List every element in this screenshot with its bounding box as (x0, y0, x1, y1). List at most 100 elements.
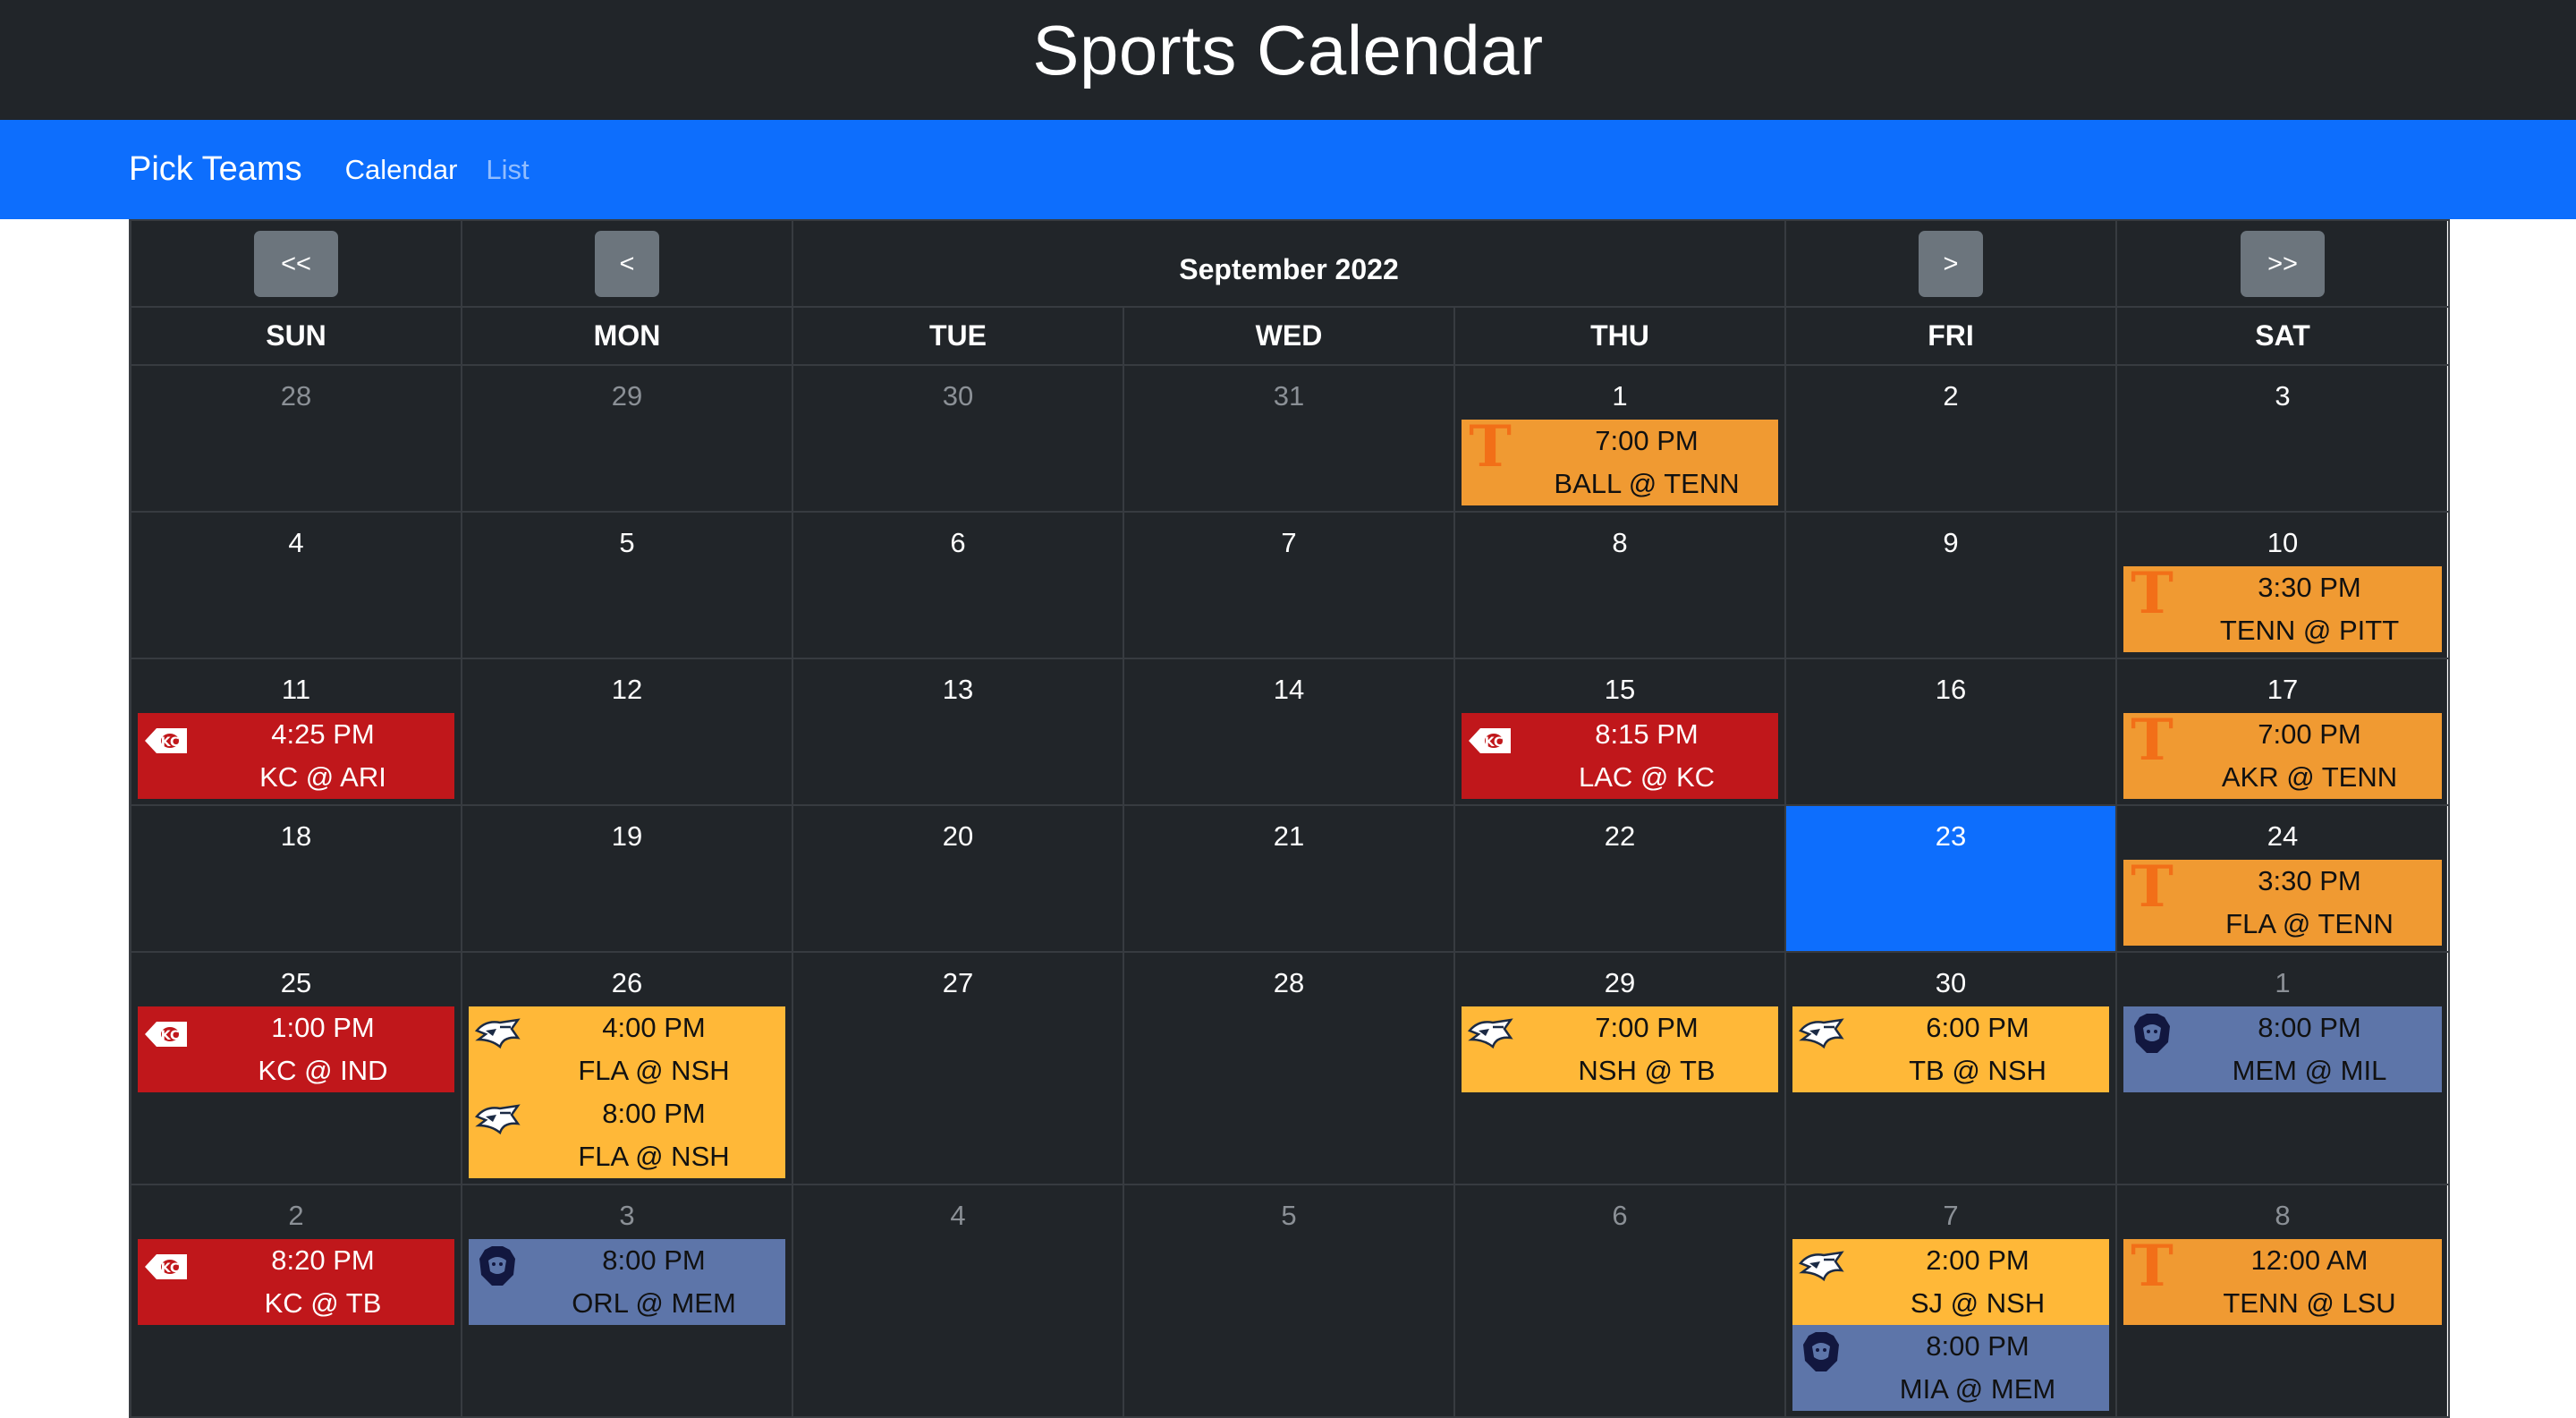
day-cell[interactable]: 12 (461, 658, 793, 806)
day-cell[interactable]: 14 (1123, 658, 1455, 806)
day-number: 10 (2267, 527, 2299, 558)
event-tenn[interactable]: T 3:30 PM TENN @ PITT (2123, 565, 2443, 652)
next-year-cell: >> (2115, 219, 2451, 308)
day-cell[interactable]: 3 (2115, 364, 2451, 513)
day-cell[interactable]: 18 (130, 804, 462, 953)
day-cell[interactable]: 29 (461, 364, 793, 513)
day-cell[interactable]: 20 (792, 804, 1124, 953)
day-cell[interactable]: 1 T 7:00 PM BALL @ TENN (1453, 364, 1787, 513)
event-kc[interactable]: KC 4:25 PM KC @ ARI (138, 713, 454, 799)
nav-link-calendar[interactable]: Calendar (345, 154, 458, 186)
week-row: 11 KC 4:25 PM KC @ ARI 12 13 14 15 KC 8:15 PM LAC … (130, 658, 2451, 806)
event-time: 4:00 PM (602, 1012, 706, 1043)
calendar: << < September 2022 > >> SUN MON TUE WED… (129, 219, 2451, 1418)
event-matchup: TENN @ LSU (2223, 1287, 2396, 1319)
week-row: 4 5 6 7 8 9 10 T 3:30 PM TENN @ PITT (130, 511, 2451, 659)
day-cell[interactable]: 2 (1784, 364, 2118, 513)
day-cell[interactable]: 10 T 3:30 PM TENN @ PITT (2115, 511, 2451, 659)
day-number: 1 (2275, 967, 2291, 998)
event-mem[interactable]: 8:00 PM ORL @ MEM (469, 1239, 785, 1325)
week-row: 2 KC 8:20 PM KC @ TB 3 8:00 PM ORL @ MEM 4 5 6 7 2:… (130, 1184, 2451, 1418)
day-cell[interactable]: 31 (1123, 364, 1455, 513)
predators-logo-icon (1796, 1012, 1846, 1057)
event-mem[interactable]: 8:00 PM MIA @ MEM (1792, 1325, 2110, 1411)
day-number: 13 (942, 674, 974, 705)
day-number: 9 (1943, 527, 1959, 558)
event-tenn[interactable]: T 7:00 PM BALL @ TENN (1462, 419, 1779, 505)
event-nsh[interactable]: 2:00 PM SJ @ NSH (1792, 1239, 2110, 1325)
event-matchup: TB @ NSH (1909, 1055, 2046, 1086)
day-number: 18 (280, 820, 312, 852)
day-cell[interactable]: 3 8:00 PM ORL @ MEM (461, 1184, 793, 1418)
weekday-header: SAT (2115, 306, 2451, 366)
day-cell[interactable]: 27 (792, 951, 1124, 1185)
event-nsh[interactable]: 6:00 PM TB @ NSH (1792, 1006, 2110, 1092)
day-cell[interactable]: 9 (1784, 511, 2118, 659)
chiefs-arrowhead-logo-icon: KC (141, 1244, 191, 1289)
prev-month-button[interactable]: < (595, 230, 659, 297)
day-cell[interactable]: 5 (461, 511, 793, 659)
event-nsh[interactable]: 8:00 PM FLA @ NSH (469, 1092, 785, 1178)
nav-link-list[interactable]: List (486, 154, 529, 186)
day-cell[interactable]: 4 (130, 511, 462, 659)
next-month-button[interactable]: > (1919, 230, 1984, 297)
day-cell[interactable]: 24 T 3:30 PM FLA @ TENN (2115, 804, 2451, 953)
day-cell[interactable]: 28 (130, 364, 462, 513)
day-cell[interactable]: 19 (461, 804, 793, 953)
event-tenn[interactable]: T 7:00 PM AKR @ TENN (2123, 707, 2443, 799)
day-cell[interactable]: 7 (1123, 511, 1455, 659)
day-cell[interactable]: 30 (792, 364, 1124, 513)
day-cell[interactable]: 6 (1453, 1184, 1787, 1418)
event-mem[interactable]: 8:00 PM MEM @ MIL (2123, 1006, 2443, 1092)
day-cell[interactable]: 22 (1453, 804, 1787, 953)
day-cell[interactable]: 25 KC 1:00 PM KC @ IND (130, 951, 462, 1185)
day-cell[interactable]: 23 (1784, 804, 2118, 953)
day-cell[interactable]: 1 8:00 PM MEM @ MIL (2115, 951, 2451, 1185)
day-cell[interactable]: 5 (1123, 1184, 1455, 1418)
event-tenn[interactable]: T 12:00 AM TENN @ LSU (2123, 1233, 2443, 1325)
event-nsh[interactable]: 4:00 PM FLA @ NSH (469, 1006, 785, 1092)
day-cell[interactable]: 16 (1784, 658, 2118, 806)
day-cell[interactable]: 8 (1453, 511, 1787, 659)
day-cell[interactable]: 30 6:00 PM TB @ NSH (1784, 951, 2118, 1185)
event-matchup: FLA @ TENN (2225, 908, 2394, 939)
event-tenn[interactable]: T 3:30 PM FLA @ TENN (2123, 859, 2443, 946)
day-cell[interactable]: 11 KC 4:25 PM KC @ ARI (130, 658, 462, 806)
navbar-brand[interactable]: Pick Teams (129, 150, 302, 189)
event-kc[interactable]: KC 1:00 PM KC @ IND (138, 1006, 454, 1092)
weekday-header: SUN (130, 306, 462, 366)
day-number: 28 (280, 380, 312, 412)
day-cell[interactable]: 4 (792, 1184, 1124, 1418)
day-number: 11 (281, 674, 311, 705)
day-cell[interactable]: 21 (1123, 804, 1455, 953)
tennessee-t-logo-icon: T (2131, 707, 2174, 774)
page-title: Sports Calendar (1032, 10, 1544, 89)
event-kc[interactable]: KC 8:20 PM KC @ TB (138, 1239, 454, 1325)
event-time: 7:00 PM (2258, 718, 2361, 750)
day-cell[interactable]: 2 KC 8:20 PM KC @ TB (130, 1184, 462, 1418)
day-cell[interactable]: 29 7:00 PM NSH @ TB (1453, 951, 1787, 1185)
day-number: 1 (1612, 380, 1628, 412)
day-cell[interactable]: 28 (1123, 951, 1455, 1185)
day-number: 23 (1935, 820, 1967, 852)
next-year-button[interactable]: >> (2241, 230, 2326, 297)
tennessee-t-logo-icon: T (2131, 1233, 2174, 1300)
predators-logo-icon (472, 1012, 522, 1057)
event-kc[interactable]: KC 8:15 PM LAC @ KC (1462, 713, 1779, 799)
day-cell[interactable]: 15 KC 8:15 PM LAC @ KC (1453, 658, 1787, 806)
day-cell[interactable]: 7 2:00 PM SJ @ NSH 8:00 PM MIA @ MEM (1784, 1184, 2118, 1418)
day-cell[interactable]: 6 (792, 511, 1124, 659)
month-title: September 2022 (1179, 253, 1399, 285)
day-cell[interactable]: 8 T 12:00 AM TENN @ LSU (2115, 1184, 2451, 1418)
day-cell[interactable]: 17 T 7:00 PM AKR @ TENN (2115, 658, 2451, 806)
day-cell[interactable]: 26 4:00 PM FLA @ NSH 8:00 PM FLA @ NSH (461, 951, 793, 1185)
day-cell[interactable]: 13 (792, 658, 1124, 806)
weekday-header: TUE (792, 306, 1124, 366)
event-matchup: FLA @ NSH (578, 1141, 730, 1172)
event-matchup: NSH @ TB (1578, 1055, 1716, 1086)
grizzlies-logo-icon (472, 1244, 522, 1289)
prev-year-button[interactable]: << (254, 230, 338, 297)
day-number: 19 (611, 820, 643, 852)
event-matchup: KC @ TB (264, 1287, 382, 1319)
event-nsh[interactable]: 7:00 PM NSH @ TB (1462, 1006, 1779, 1092)
